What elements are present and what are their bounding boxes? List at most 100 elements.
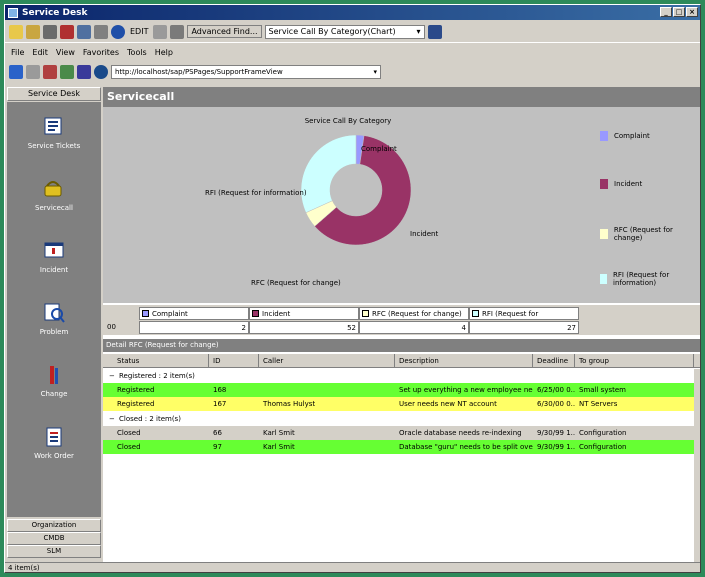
legend-swatch	[142, 310, 149, 317]
detail-title: Detail RFC (Request for change)	[103, 339, 700, 352]
column-header-id[interactable]: ID	[209, 354, 259, 368]
table-row[interactable]: Registered 168 Set up everything a new e…	[103, 383, 700, 397]
data-table-value-rfi: 27	[469, 321, 579, 334]
sidebar-item-change[interactable]: Change	[7, 364, 101, 398]
refresh-icon[interactable]	[60, 65, 74, 79]
open-icon[interactable]	[26, 24, 40, 39]
column-header-to-group[interactable]: To group	[575, 354, 694, 368]
search-icon[interactable]	[94, 65, 108, 79]
data-table-header-complaint: Complaint	[139, 307, 249, 320]
menu-tools[interactable]: Tools	[127, 48, 147, 57]
forward-icon[interactable]	[26, 65, 40, 79]
sidebar-item-cmdb[interactable]: CMDB	[7, 532, 101, 545]
menu-edit[interactable]: Edit	[32, 48, 48, 57]
paste-icon[interactable]	[94, 24, 108, 39]
sidebar-item-incident[interactable]: Incident	[7, 240, 101, 274]
table-row[interactable]: Closed 97 Karl Smit Database "guru" need…	[103, 440, 700, 454]
zoom-icon[interactable]	[153, 24, 168, 39]
vertical-scrollbar[interactable]	[694, 369, 700, 562]
slice-label-incident: Incident	[410, 230, 439, 238]
print-icon[interactable]	[43, 24, 57, 39]
cell-description: Database "guru" needs to be split over..…	[399, 443, 533, 451]
cell-group: Configuration	[579, 429, 627, 437]
menu-help[interactable]: Help	[155, 48, 173, 57]
table-row[interactable]: Closed 66 Karl Smit Oracle database need…	[103, 426, 700, 440]
column-header-status[interactable]: Status	[113, 354, 209, 368]
group-row-closed[interactable]: − Closed : 2 item(s)	[103, 412, 700, 426]
group-row-registered[interactable]: − Registered : 2 item(s)	[103, 369, 700, 383]
sidebar-item-servicecall[interactable]: Servicecall	[7, 178, 101, 212]
legend-item-complaint[interactable]: Complaint	[600, 131, 650, 141]
cell-deadline: 9/30/99 1...	[537, 429, 575, 437]
sidebar-item-problem[interactable]: Problem	[7, 302, 101, 336]
menu-favorites[interactable]: Favorites	[83, 48, 119, 57]
group-label: Closed : 2 item(s)	[119, 415, 181, 423]
cell-id: 167	[213, 400, 227, 408]
cell-caller: Thomas Hulyst	[263, 400, 316, 408]
copy-icon[interactable]	[77, 24, 91, 39]
menu-bar: File Edit View Favorites Tools Help	[5, 45, 700, 59]
minimize-button[interactable]: _	[660, 7, 672, 17]
data-table-row-label: 00	[107, 323, 116, 331]
sidebar-footer: Organization CMDB SLM	[7, 519, 101, 558]
advanced-find-button[interactable]: Advanced Find...	[187, 25, 262, 38]
donut-chart[interactable]	[248, 112, 448, 302]
view-selector[interactable]: Service Call By Category(Chart) ▾	[264, 24, 425, 39]
address-input[interactable]: http://localhost/sap/PSPages/SupportFram…	[111, 65, 381, 79]
menu-view[interactable]: View	[56, 48, 75, 57]
collapse-icon[interactable]: −	[105, 369, 115, 383]
address-bar: http://localhost/sap/PSPages/SupportFram…	[5, 62, 700, 82]
sidebar-header[interactable]: Service Desk	[7, 87, 101, 101]
main-toolbar: EDIT Advanced Find... Service Call By Ca…	[5, 21, 700, 43]
cell-group: Configuration	[579, 443, 627, 451]
slice-label-rfi: RFI (Request for information)	[205, 189, 307, 197]
page-title: Servicecall	[103, 87, 700, 107]
stop-icon[interactable]	[43, 65, 57, 79]
sidebar-item-organization[interactable]: Organization	[7, 519, 101, 532]
detail-grid-header: Status ID Caller Description Deadline To…	[103, 354, 700, 368]
cell-description: User needs new NT account	[399, 400, 497, 408]
legend-label: Incident	[614, 180, 643, 188]
chart-panel: Service Call By Category Complaint Incid…	[103, 107, 700, 303]
column-header-caller[interactable]: Caller	[259, 354, 395, 368]
sidebar-item-label: Work Order	[34, 452, 74, 460]
legend-swatch	[472, 310, 479, 317]
help-icon[interactable]	[427, 24, 442, 39]
legend-item-rfc[interactable]: RFC (Request for change)	[600, 226, 700, 242]
sidebar-nav: Service Tickets Servicecall Incident Pro…	[7, 102, 101, 517]
globe-icon[interactable]	[111, 24, 125, 39]
table-row[interactable]: Registered 167 Thomas Hulyst User needs …	[103, 397, 700, 411]
app-window: Service Desk _ □ × EDIT Advanced Find...…	[4, 4, 701, 573]
cut-icon[interactable]	[60, 24, 74, 39]
cell-deadline: 6/25/00 0...	[537, 386, 575, 394]
cell-caller	[259, 383, 395, 397]
home-icon[interactable]	[77, 65, 91, 79]
column-header-deadline[interactable]: Deadline	[533, 354, 575, 368]
back-icon[interactable]	[9, 65, 23, 79]
legend-item-incident[interactable]: Incident	[600, 179, 642, 189]
edit-button[interactable]: EDIT	[128, 27, 150, 36]
cell-description: Set up everything a new employee nee...	[399, 386, 533, 394]
collapse-icon[interactable]: −	[105, 412, 115, 426]
new-icon[interactable]	[9, 24, 23, 39]
cell-id: 168	[213, 386, 227, 394]
slice-label-rfc: RFC (Request for change)	[251, 279, 341, 287]
cell-status: Registered	[117, 386, 155, 394]
maximize-button[interactable]: □	[673, 7, 685, 17]
donut-slice-rfi[interactable]	[300, 134, 357, 214]
data-table-value-incident: 52	[249, 321, 359, 334]
sidebar-item-slm[interactable]: SLM	[7, 545, 101, 558]
cell-caller: Karl Smit	[263, 429, 295, 437]
data-table-value-row: 00 2 52 4 27	[103, 321, 700, 334]
window-controls: _ □ ×	[660, 7, 698, 17]
column-header-description[interactable]: Description	[395, 354, 533, 368]
close-button[interactable]: ×	[686, 7, 698, 17]
legend-item-rfi[interactable]: RFI (Request for information)	[600, 271, 700, 287]
sidebar-item-label: Incident	[39, 266, 69, 274]
menu-file[interactable]: File	[11, 48, 24, 57]
cell-group: NT Servers	[579, 400, 618, 408]
options-icon[interactable]	[170, 24, 185, 39]
sidebar-item-service-tickets[interactable]: Service Tickets	[7, 116, 101, 150]
window-title: Service Desk	[22, 7, 88, 18]
sidebar-item-work-order[interactable]: Work Order	[7, 426, 101, 460]
